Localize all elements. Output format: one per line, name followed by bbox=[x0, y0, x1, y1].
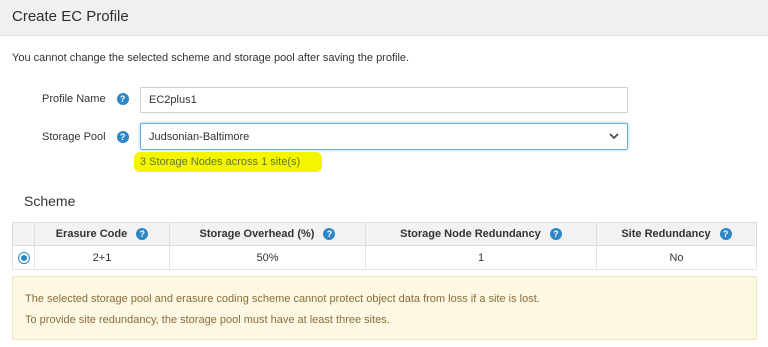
node-redundancy-cell: 1 bbox=[365, 245, 597, 270]
warning-line-2: To provide site redundancy, the storage … bbox=[25, 314, 390, 326]
column-header-erasure-code: Erasure Code ? bbox=[34, 222, 170, 246]
scheme-radio-button[interactable] bbox=[17, 251, 30, 264]
storage-pool-selected-value: Judsonian-Baltimore bbox=[149, 131, 250, 143]
help-icon[interactable]: ? bbox=[719, 228, 732, 241]
warning-alert: The selected storage pool and erasure co… bbox=[12, 276, 757, 340]
storage-pool-label-group: Storage Pool ? bbox=[42, 131, 129, 144]
help-icon[interactable]: ? bbox=[323, 228, 336, 241]
column-header-node-redundancy: Storage Node Redundancy ? bbox=[365, 222, 597, 246]
warning-line-1: The selected storage pool and erasure co… bbox=[25, 293, 540, 305]
chevron-down-icon bbox=[609, 133, 619, 140]
page-header: Create EC Profile bbox=[0, 0, 768, 36]
help-icon[interactable]: ? bbox=[549, 228, 562, 241]
select-column-header bbox=[12, 222, 35, 246]
column-header-label: Storage Overhead (%) bbox=[199, 227, 315, 240]
column-header-storage-overhead: Storage Overhead (%) ? bbox=[169, 222, 366, 246]
profile-name-input[interactable] bbox=[140, 87, 628, 113]
table-header-row: Erasure Code ? Storage Overhead (%) ? St… bbox=[12, 222, 757, 246]
erasure-code-cell: 2+1 bbox=[34, 245, 170, 270]
page-title: Create EC Profile bbox=[12, 8, 129, 25]
profile-name-label: Profile Name bbox=[42, 93, 106, 105]
column-header-site-redundancy: Site Redundancy ? bbox=[596, 222, 757, 246]
column-header-label: Site Redundancy bbox=[621, 227, 711, 240]
storage-pool-select[interactable]: Judsonian-Baltimore bbox=[140, 123, 628, 150]
scheme-table: Erasure Code ? Storage Overhead (%) ? St… bbox=[12, 222, 757, 270]
help-icon[interactable]: ? bbox=[136, 228, 149, 241]
radio-selected-dot bbox=[20, 254, 27, 261]
site-redundancy-cell: No bbox=[596, 245, 757, 270]
column-header-label: Storage Node Redundancy bbox=[400, 227, 541, 240]
storage-pool-label: Storage Pool bbox=[42, 131, 106, 143]
profile-name-label-group: Profile Name ? bbox=[42, 93, 129, 106]
intro-text: You cannot change the selected scheme an… bbox=[12, 52, 410, 64]
storage-overhead-cell: 50% bbox=[169, 245, 366, 270]
row-select-cell[interactable] bbox=[12, 245, 35, 270]
scheme-heading: Scheme bbox=[24, 193, 76, 209]
help-icon[interactable]: ? bbox=[116, 131, 129, 144]
column-header-label: Erasure Code bbox=[55, 227, 128, 240]
storage-pool-note: 3 Storage Nodes across 1 site(s) bbox=[140, 156, 301, 168]
table-row[interactable]: 2+1 50% 1 No bbox=[12, 245, 757, 270]
help-icon[interactable]: ? bbox=[116, 93, 129, 106]
